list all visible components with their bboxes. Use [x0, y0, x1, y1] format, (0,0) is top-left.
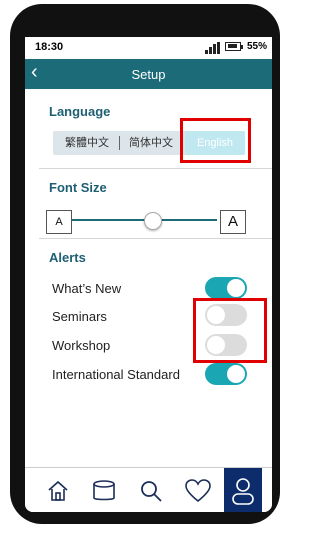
tab-favorites[interactable]: [175, 468, 220, 512]
heart-icon: [184, 478, 211, 502]
status-time: 18:30: [35, 41, 64, 53]
alert-label-international-standard: International Standard: [52, 367, 180, 382]
database-icon: [92, 479, 115, 500]
tab-search[interactable]: [128, 468, 173, 512]
tab-database[interactable]: [81, 468, 126, 512]
battery-tip: [241, 45, 243, 49]
battery-icon: [225, 42, 241, 51]
app-header: ‹ Setup: [25, 59, 272, 89]
toggle-international-standard[interactable]: [205, 363, 247, 385]
toggle-workshop[interactable]: [205, 334, 247, 356]
toggle-knob: [227, 365, 245, 383]
section-divider: [39, 238, 272, 239]
app-screen: 18:30 55% ‹ Setup Language 繁體中文 简体中文 Eng…: [25, 37, 272, 512]
alert-label-seminars: Seminars: [52, 309, 107, 324]
status-bar: 18:30 55%: [25, 37, 272, 59]
home-icon: [47, 480, 68, 501]
toggle-seminars[interactable]: [205, 304, 247, 326]
language-separator: [119, 136, 120, 150]
tab-home[interactable]: [35, 468, 80, 512]
toggle-knob: [207, 336, 225, 354]
alert-label-workshop: Workshop: [52, 338, 111, 353]
bottom-tab-bar: [25, 467, 272, 512]
language-option-traditional-chinese[interactable]: 繁體中文: [57, 131, 117, 155]
language-option-simplified-chinese[interactable]: 简体中文: [121, 131, 181, 155]
font-size-section-title: Font Size: [49, 180, 107, 195]
font-size-large-button[interactable]: A: [220, 210, 246, 234]
signal-icon: [205, 42, 221, 54]
battery-percent: 55%: [247, 41, 268, 52]
section-divider: [39, 168, 272, 169]
search-icon: [140, 480, 162, 502]
font-size-slider-thumb[interactable]: [144, 212, 162, 230]
alert-label-whats-new: What’s New: [52, 281, 122, 296]
toggle-whats-new[interactable]: [205, 277, 247, 299]
page-title: Setup: [131, 67, 166, 82]
font-size-small-button[interactable]: A: [46, 210, 72, 234]
language-option-english[interactable]: English: [185, 131, 245, 155]
toggle-knob: [227, 279, 245, 297]
language-segmented-control: 繁體中文 简体中文 English: [53, 131, 245, 155]
language-section-title: Language: [49, 104, 111, 119]
tab-profile[interactable]: [224, 468, 262, 512]
alerts-section-title: Alerts: [49, 250, 86, 265]
toggle-knob: [207, 306, 225, 324]
user-icon: [232, 478, 254, 505]
